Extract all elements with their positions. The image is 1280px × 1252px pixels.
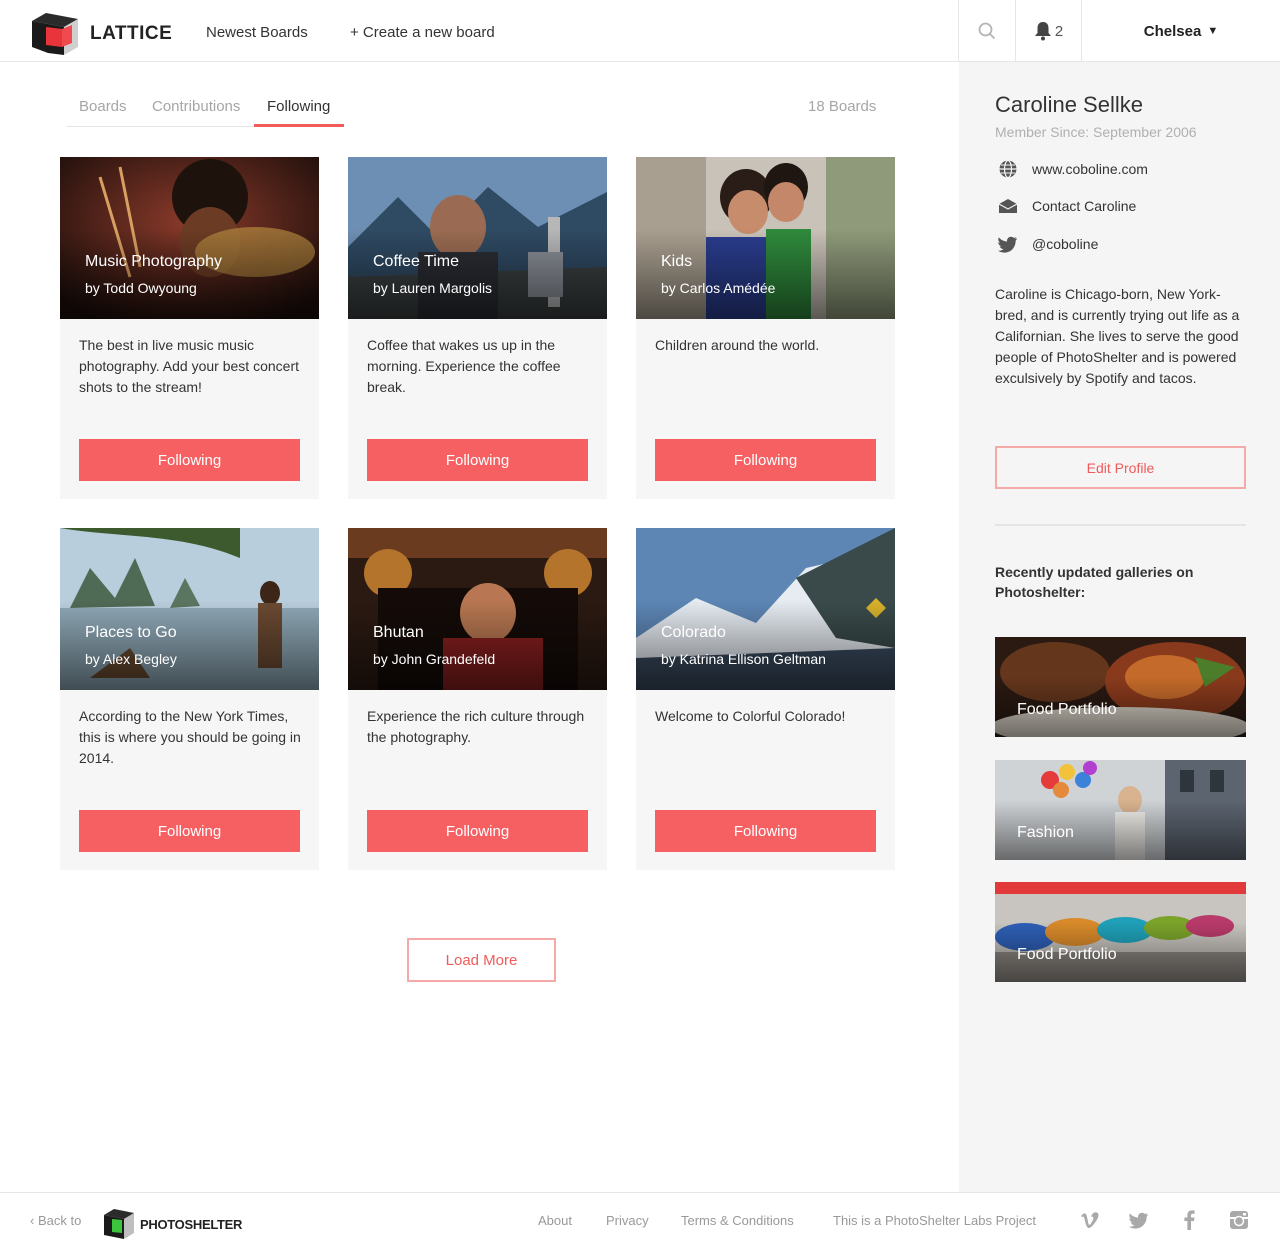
twitter-icon[interactable] [1128,1209,1150,1231]
gallery-label[interactable]: Food Portfolio [1017,946,1117,964]
lattice-logo[interactable]: LATTICE [32,13,172,55]
footer-link-about[interactable]: About [538,1213,572,1228]
board-card[interactable]: Coffee Time by Lauren Margolis Coffee th… [348,157,607,499]
lattice-logo-icon [32,13,78,55]
board-cover-image[interactable]: Kids by Carlos Amédée [636,157,895,319]
board-title[interactable]: Kids [661,253,692,271]
board-description: Experience the rich culture through the … [367,708,585,745]
board-title[interactable]: Coffee Time [373,253,459,271]
board-title[interactable]: Colorado [661,624,726,642]
envelope-icon [997,196,1019,216]
twitter-link[interactable]: @coboline [997,234,1098,254]
recent-galleries-title: Recently updated galleries on Photoshelt… [995,564,1194,600]
brand-name: LATTICE [90,23,173,44]
board-title[interactable]: Places to Go [85,624,177,642]
page-footer: ‹ Back to PHOTOSHELTER About Privacy Ter… [0,1192,1280,1252]
following-button[interactable]: Following [79,439,300,481]
load-more-button[interactable]: Load More [407,938,556,982]
sidebar-divider [995,524,1246,526]
gallery-item[interactable]: Fashion [995,760,1246,860]
vimeo-icon[interactable] [1079,1209,1101,1231]
board-author[interactable]: by John Grandefeld [373,651,495,667]
gallery-item[interactable]: Food Portfolio [995,637,1246,737]
board-description: Coffee that wakes us up in the morning. … [367,337,561,395]
board-title[interactable]: Bhutan [373,624,424,642]
profile-name: Caroline Sellke [995,92,1143,117]
board-card[interactable]: Music Photography by Todd Owyoung The be… [60,157,319,499]
gallery-label[interactable]: Fashion [1017,824,1074,842]
globe-icon [997,159,1019,179]
user-name: Chelsea [1143,22,1202,40]
photoshelter-brand: PHOTOSHELTER [140,1216,243,1232]
board-card[interactable]: Kids by Carlos Amédée Children around th… [636,157,895,499]
board-cover-image[interactable]: Coffee Time by Lauren Margolis [348,157,607,319]
twitter-handle[interactable]: @coboline [1032,236,1098,252]
nav-create-board[interactable]: + Create a new board [350,24,495,41]
following-button[interactable]: Following [367,810,588,852]
instagram-icon[interactable] [1228,1209,1250,1231]
board-cover-image[interactable]: Colorado by Katrina Ellison Geltman [636,528,895,690]
bell-icon [1034,22,1051,41]
member-since: Member Since: September 2006 [995,124,1197,140]
profile-sidebar [959,62,1280,1192]
gallery-item[interactable]: Food Portfolio [995,882,1246,982]
twitter-icon [997,234,1019,254]
board-card[interactable]: Places to Go by Alex Begley According to… [60,528,319,870]
contact-label[interactable]: Contact Caroline [1032,198,1136,214]
contact-link[interactable]: Contact Caroline [997,196,1136,216]
following-button[interactable]: Following [655,810,876,852]
board-author[interactable]: by Katrina Ellison Geltman [661,651,826,667]
top-header: LATTICE Newest Boards + Create a new boa… [0,0,1280,62]
tab-contributions[interactable]: Contributions [152,98,240,115]
facebook-icon[interactable] [1178,1209,1200,1231]
notification-count: 2 [1054,22,1064,40]
back-to-link[interactable]: ‹ Back to [30,1213,81,1228]
board-cover-image[interactable]: Bhutan by John Grandefeld [348,528,607,690]
board-description: According to the New York Times, this is… [79,708,301,766]
board-description: Welcome to Colorful Colorado! [655,708,846,724]
board-author[interactable]: by Lauren Margolis [373,280,492,296]
profile-website[interactable]: www.coboline.com [1032,161,1148,177]
active-tab-indicator [254,124,344,127]
footer-link-terms[interactable]: Terms & Conditions [681,1213,794,1228]
profile-tabs: Boards Contributions Following [66,96,344,127]
board-description: Children around the world. [655,337,820,353]
board-cover-image[interactable]: Music Photography by Todd Owyoung [60,157,319,319]
following-button[interactable]: Following [79,810,300,852]
tab-following[interactable]: Following [267,98,330,115]
search-icon [978,22,996,40]
tab-boards[interactable]: Boards [79,98,127,115]
board-author[interactable]: by Carlos Amédée [661,280,775,296]
chevron-down-icon: ▼ [1207,25,1219,37]
nav-newest-boards[interactable]: Newest Boards [206,24,308,41]
board-title[interactable]: Music Photography [85,253,222,271]
footer-link-privacy[interactable]: Privacy [606,1213,649,1228]
profile-bio: Caroline is Chicago-born, New York-bred,… [995,286,1240,386]
profile-website-link[interactable]: www.coboline.com [997,159,1148,179]
footer-link-labs[interactable]: This is a PhotoShelter Labs Project [833,1213,1036,1228]
board-card[interactable]: Bhutan by John Grandefeld Experience the… [348,528,607,870]
board-card[interactable]: Colorado by Katrina Ellison Geltman Welc… [636,528,895,870]
edit-profile-button[interactable]: Edit Profile [995,446,1246,489]
board-cover-image[interactable]: Places to Go by Alex Begley [60,528,319,690]
photoshelter-logo-icon [104,1209,134,1239]
gallery-label[interactable]: Food Portfolio [1017,701,1117,719]
following-button[interactable]: Following [367,439,588,481]
board-description: The best in live music music photography… [79,337,299,395]
search-button[interactable] [958,0,1015,62]
board-author[interactable]: by Alex Begley [85,651,177,667]
photoshelter-logo[interactable]: PHOTOSHELTER [104,1209,242,1239]
user-menu[interactable]: Chelsea ▼ [1081,0,1280,62]
board-author[interactable]: by Todd Owyoung [85,280,197,296]
boards-count: 18 Boards [808,98,877,115]
following-button[interactable]: Following [655,439,876,481]
notifications-button[interactable]: 2 [1015,0,1081,62]
